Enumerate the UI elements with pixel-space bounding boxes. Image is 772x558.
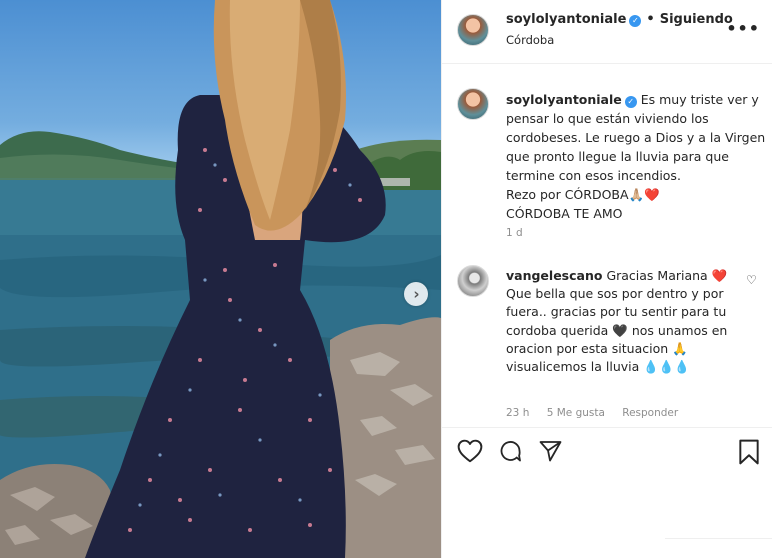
post-header: soylolyantoniale ✓ • Siguiendo Córdoba •••: [442, 0, 772, 64]
author-avatar[interactable]: [457, 14, 489, 46]
comment-likes[interactable]: 5 Me gusta: [547, 407, 605, 419]
separator-dot: •: [646, 12, 655, 27]
more-options-icon[interactable]: •••: [726, 19, 760, 38]
commenter-username[interactable]: vangelescano: [506, 268, 602, 283]
verified-badge-icon: ✓: [624, 96, 637, 108]
post-photo[interactable]: ›: [0, 0, 441, 558]
photo-scene: [0, 0, 441, 558]
caption-author-avatar[interactable]: [457, 88, 489, 120]
chevron-right-icon: ›: [413, 284, 420, 303]
verified-badge-icon: ✓: [629, 15, 642, 27]
divider: [665, 538, 772, 539]
paper-plane-icon[interactable]: [538, 439, 563, 463]
author-line: soylolyantoniale ✓ • Siguiendo: [506, 12, 733, 27]
reply-button[interactable]: Responder: [622, 407, 678, 419]
caption-text-block: soylolyantoniale ✓ Es muy triste ver y pe…: [506, 90, 768, 223]
bookmark-icon[interactable]: [738, 439, 760, 465]
following-button[interactable]: Siguiendo: [660, 12, 733, 27]
comment-meta: 23 h 5 Me gusta Responder: [506, 407, 692, 419]
caption-line-3: CÓRDOBA TE AMO: [506, 206, 623, 221]
post-details-panel: soylolyantoniale ✓ • Siguiendo Córdoba ••• …: [441, 0, 772, 558]
next-photo-button[interactable]: ›: [404, 282, 428, 306]
commenter-avatar[interactable]: [457, 265, 489, 297]
comment-text: Gracias Mariana ❤️ Que bella que sos por…: [506, 268, 728, 375]
author-username[interactable]: soylolyantoniale: [506, 12, 626, 27]
caption-line-2: Rezo por CÓRDOBA🙏🏼❤️: [506, 187, 660, 202]
comment-icon[interactable]: [498, 439, 523, 463]
heart-icon[interactable]: [457, 439, 483, 463]
caption-timestamp[interactable]: 1 d: [506, 227, 523, 239]
caption-username[interactable]: soylolyantoniale: [506, 92, 622, 107]
post-action-bar: [442, 427, 772, 477]
comment-like-heart-icon[interactable]: ♡: [746, 273, 757, 287]
comment-text-block: vangelescano Gracias Mariana ❤️ Que bell…: [506, 267, 736, 376]
comment-timestamp[interactable]: 23 h: [506, 407, 529, 419]
post-location[interactable]: Córdoba: [506, 33, 554, 47]
